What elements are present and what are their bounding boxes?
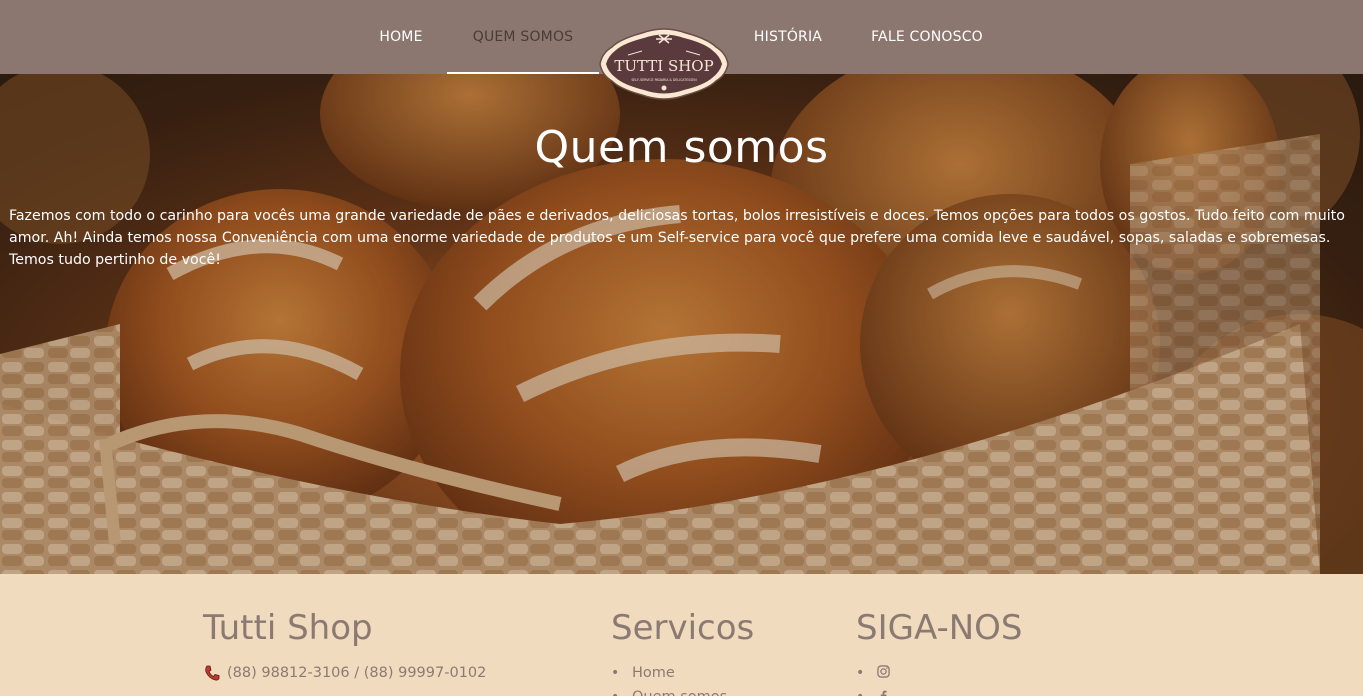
hero-section: Quem somos Fazemos com todo o carinho pa… xyxy=(0,74,1363,574)
tutti-shop-logo[interactable]: TUTTI SHOP SELF-SERVICE PADARIA & DELICA… xyxy=(598,25,730,103)
footer-services-title: Servicos xyxy=(611,608,755,648)
footer-social-title: SIGA-NOS xyxy=(856,608,1023,648)
instagram-icon[interactable] xyxy=(877,665,890,678)
footer-services-list: Home Quem somos xyxy=(611,664,727,696)
nav-quem-somos[interactable]: QUEM SOMOS xyxy=(447,0,599,74)
footer-social-list xyxy=(856,664,890,696)
logo-tagline: SELF-SERVICE PADARIA & DELICATESSEN xyxy=(631,78,697,82)
footer-link-home[interactable]: Home xyxy=(611,664,727,688)
nav-historia[interactable]: HISTÓRIA xyxy=(735,0,841,74)
about-description: Fazemos com todo o carinho para vocês um… xyxy=(9,208,1345,268)
nav-fale-conosco[interactable]: FALE CONOSCO xyxy=(846,0,1008,74)
footer-link-quem-somos[interactable]: Quem somos xyxy=(611,688,727,696)
social-item-facebook[interactable] xyxy=(856,688,890,696)
page-title: Quem somos xyxy=(534,122,829,173)
footer: Tutti Shop (88) 98812-3106 / (88) 99997-… xyxy=(0,574,1363,696)
logo-name: TUTTI SHOP xyxy=(614,57,713,75)
phone-icon xyxy=(205,665,220,681)
social-item-instagram[interactable] xyxy=(856,664,890,688)
facebook-icon[interactable] xyxy=(877,689,890,696)
footer-brand-title: Tutti Shop xyxy=(203,608,373,648)
nav-home[interactable]: HOME xyxy=(360,0,442,74)
phone-numbers: (88) 98812-3106 / (88) 99997-0102 xyxy=(227,665,487,681)
footer-phone: (88) 98812-3106 / (88) 99997-0102 xyxy=(203,664,486,682)
